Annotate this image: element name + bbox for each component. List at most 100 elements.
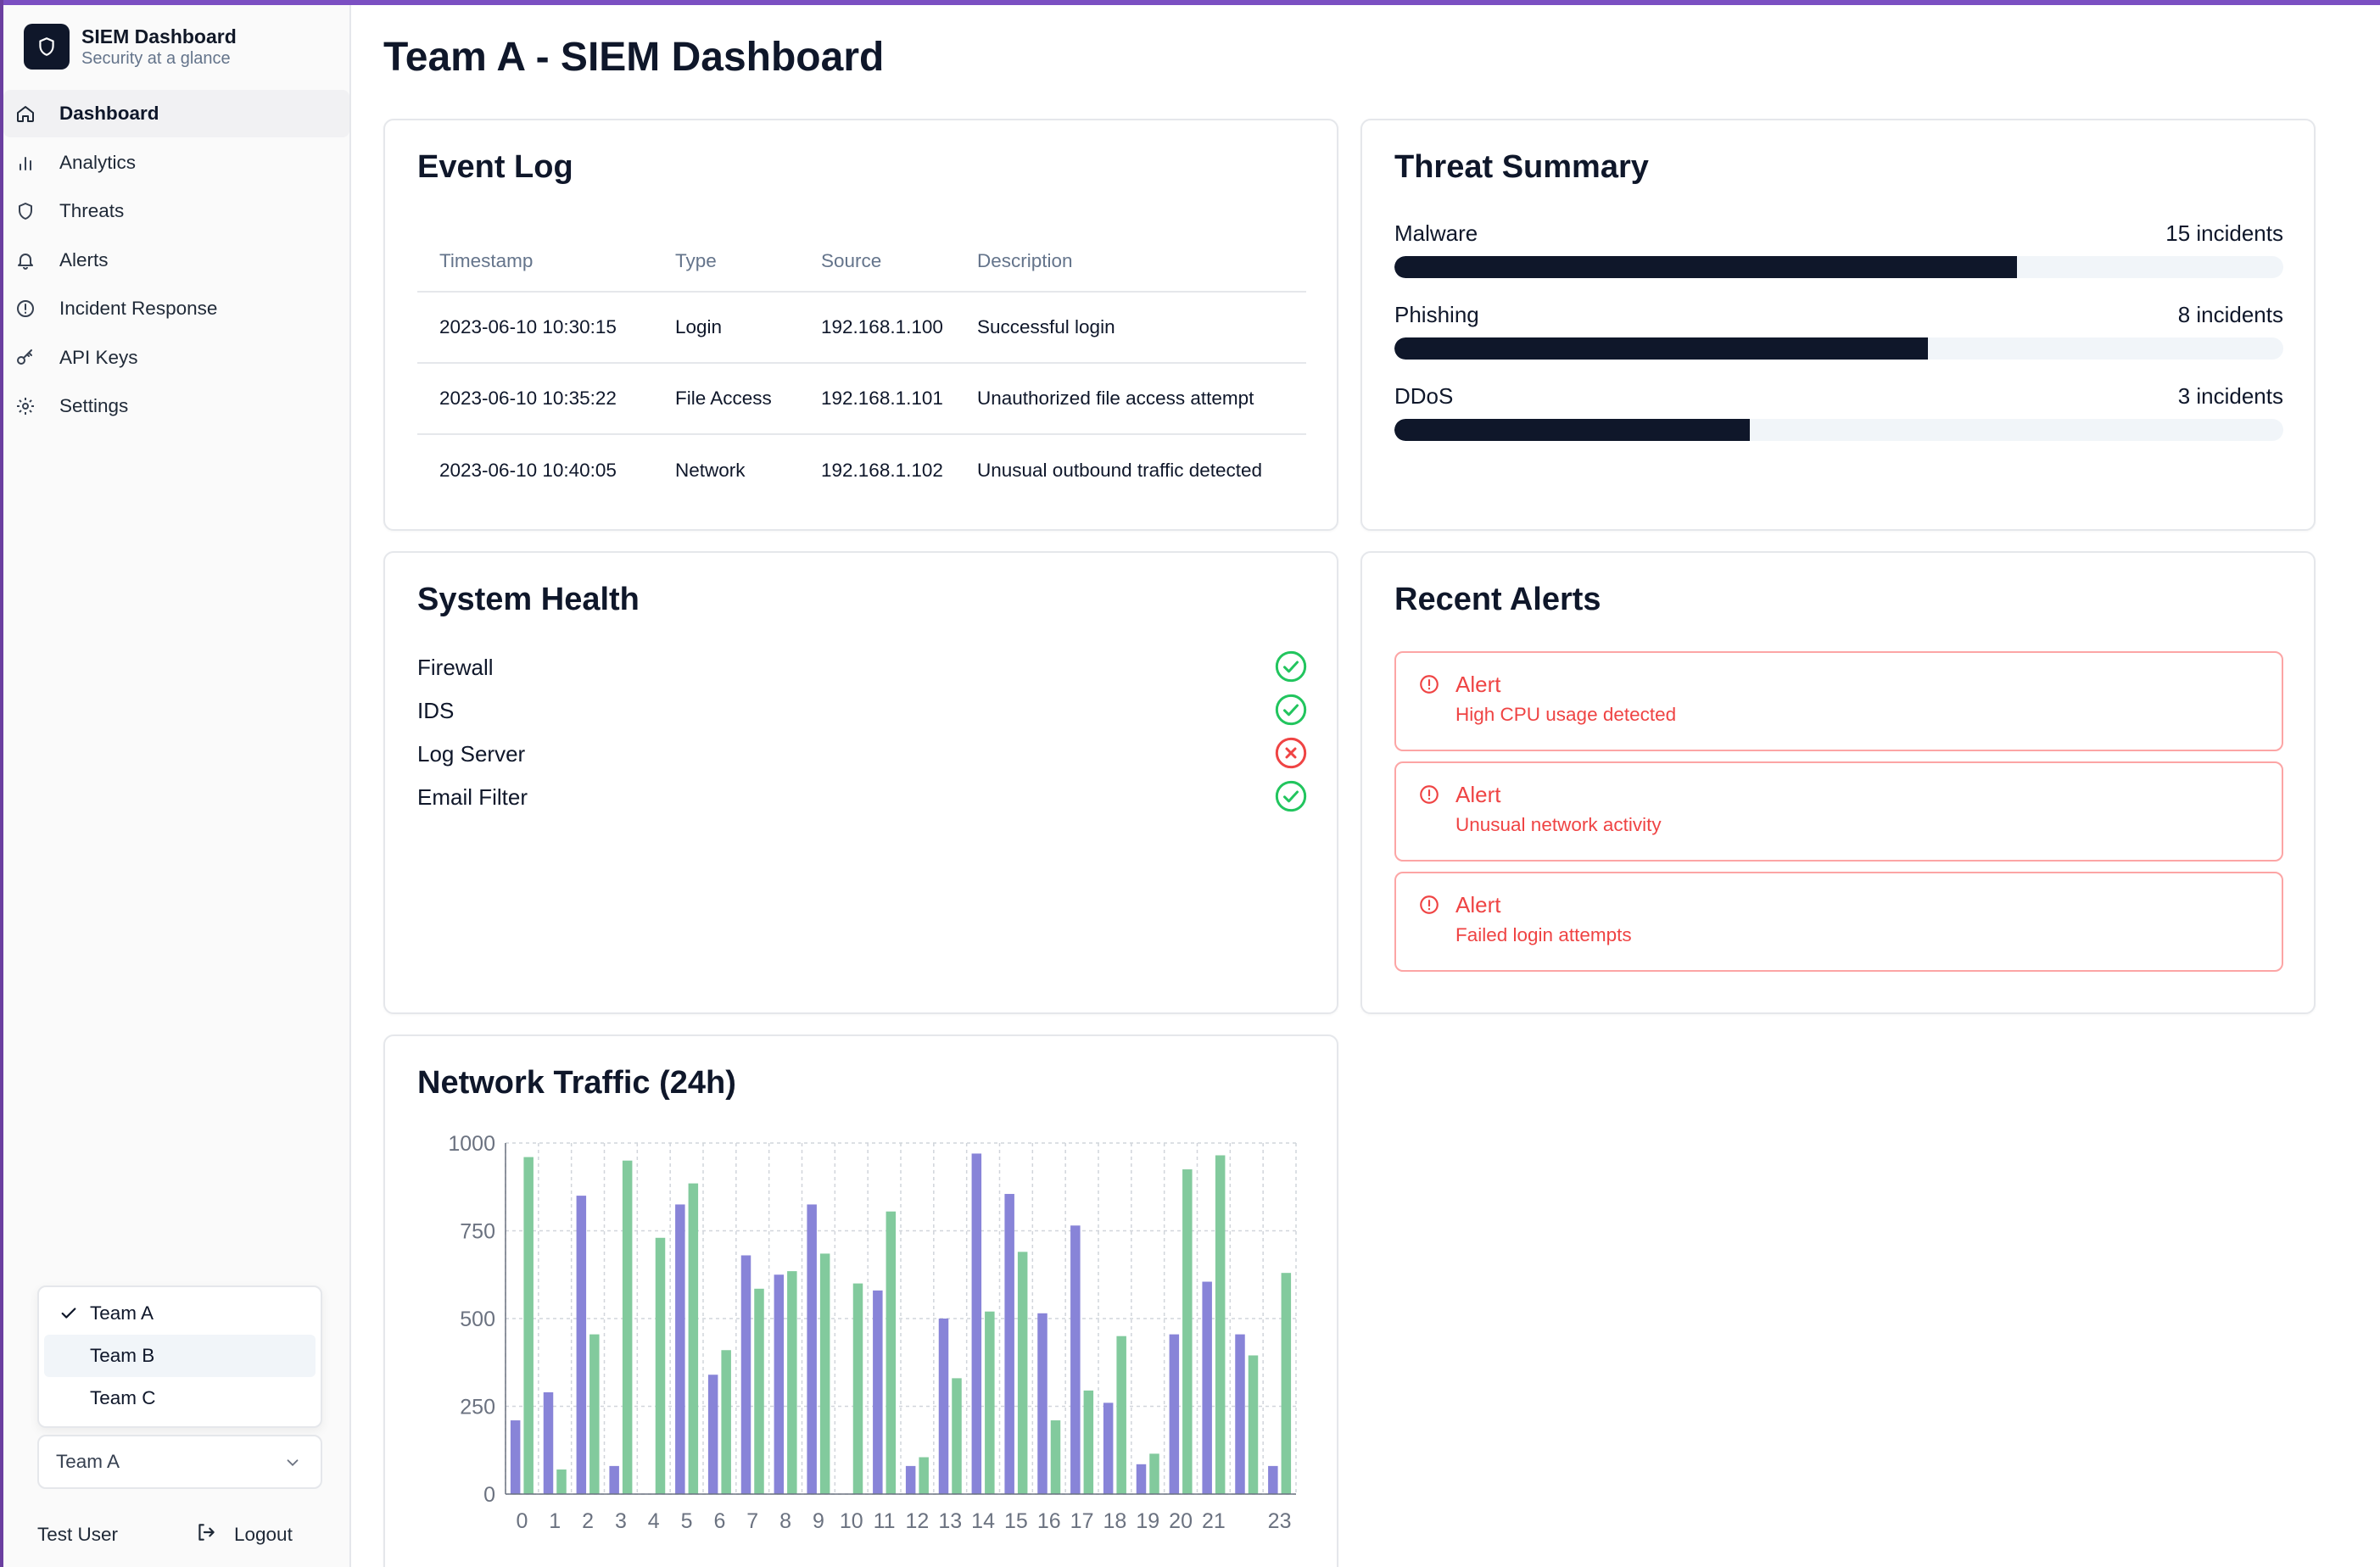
alert-circle-icon — [1418, 894, 1440, 920]
alert-item[interactable]: Alert Unusual network activity — [1394, 761, 2283, 862]
chart-bar — [609, 1465, 619, 1494]
chart-bar — [754, 1288, 764, 1494]
x-tick-label: 11 — [874, 1509, 896, 1533]
x-tick-label: 23 — [1268, 1509, 1292, 1533]
table-cell: Unauthorized file access attempt — [955, 363, 1306, 435]
brand-subtitle: Security at a glance — [81, 49, 231, 68]
team-option-c[interactable]: Team C — [44, 1377, 316, 1419]
alert-item[interactable]: Alert Failed login attempts — [1394, 872, 2283, 972]
brand: SIEM Dashboard Security at a glance — [24, 24, 237, 70]
chart-bar — [1103, 1402, 1114, 1494]
event-log-table: Timestamp Type Source Description 2023-0… — [417, 231, 1306, 505]
chart-bar — [819, 1253, 830, 1494]
chart-bar — [688, 1183, 699, 1494]
threat-progress-fill — [1394, 337, 1928, 360]
threat-progress-track — [1394, 419, 2283, 441]
x-tick-label: 10 — [840, 1509, 863, 1533]
sidebar-item-label: Settings — [59, 395, 129, 416]
network-traffic-chart: 025050075010000 1 2 3 4 5 6 7 8 9 10 11 12 13 14 15 16 17… — [448, 1132, 1297, 1533]
sidebar-item-label: Alerts — [59, 248, 109, 270]
sidebar-item-dashboard[interactable]: Dashboard — [3, 90, 349, 137]
chart-bar — [1215, 1155, 1226, 1494]
check-circle-icon — [1274, 650, 1308, 688]
team-option-label: Team A — [90, 1302, 154, 1324]
x-tick-label: 19 — [1136, 1509, 1159, 1533]
alert-circle-icon — [1418, 673, 1440, 700]
chart-bar — [1182, 1169, 1193, 1494]
chart-bar — [938, 1319, 949, 1494]
threat-label: Malware — [1394, 220, 1478, 246]
chart-bar — [543, 1391, 554, 1494]
chart-bar — [655, 1237, 666, 1494]
chart-bar — [589, 1334, 600, 1494]
alert-item[interactable]: Alert High CPU usage detected — [1394, 651, 2283, 751]
table-cell: 192.168.1.102 — [821, 459, 943, 481]
sidebar-item-threats[interactable]: Threats — [3, 187, 349, 235]
card-title: Network Traffic (24h) — [417, 1065, 736, 1101]
x-tick-label: 2 — [582, 1509, 594, 1533]
table-cell: 2023-06-10 10:40:05 — [439, 459, 617, 481]
shield-logo-icon — [24, 24, 70, 70]
team-option-b[interactable]: Team B — [44, 1335, 316, 1377]
sidebar-item-incident-response[interactable]: Incident Response — [3, 285, 349, 332]
chevron-down-icon — [283, 1453, 302, 1477]
x-tick-label: 16 — [1037, 1509, 1061, 1533]
alert-description: Unusual network activity — [1455, 814, 1662, 835]
table-row: 2023-06-10 10:35:22 File Access 192.168.… — [417, 363, 1306, 435]
sidebar-item-analytics[interactable]: Analytics — [3, 139, 349, 187]
sidebar-item-label: API Keys — [59, 346, 138, 368]
card-title: Event Log — [417, 149, 573, 185]
table-cell: 192.168.1.100 — [799, 292, 955, 364]
column-header: Type — [653, 231, 799, 293]
chart-bar — [886, 1211, 897, 1494]
y-tick-label: 0 — [483, 1483, 495, 1507]
health-label: Firewall — [417, 655, 494, 680]
sidebar-item-alerts[interactable]: Alerts — [3, 237, 349, 284]
x-tick-label: 12 — [906, 1509, 930, 1533]
chart-bar — [985, 1311, 995, 1494]
threat-label: DDoS — [1394, 383, 1454, 409]
column-header: Timestamp — [417, 231, 653, 293]
x-tick-label: 0 — [516, 1509, 528, 1533]
chart-bar — [1235, 1334, 1245, 1494]
check-circle-icon — [1274, 693, 1308, 731]
threat-progress-track — [1394, 256, 2283, 278]
user-name: Test User — [37, 1524, 119, 1545]
chart-bar — [774, 1274, 785, 1494]
logout-button[interactable]: Logout — [195, 1521, 293, 1548]
event-log-card: Event Log Timestamp Type Source Descript… — [383, 119, 1338, 531]
chart-bar — [1202, 1281, 1212, 1494]
sidebar-item-api-keys[interactable]: API Keys — [3, 334, 349, 382]
chart-bar — [1037, 1313, 1048, 1494]
threat-count: 8 incidents — [2177, 302, 2283, 327]
column-header: Source — [799, 231, 955, 293]
sidebar-item-label: Dashboard — [59, 103, 159, 124]
threat-summary-card: Threat Summary Malware 15 incidents Phis… — [1360, 119, 2316, 531]
team-select[interactable]: Team A — [37, 1435, 322, 1489]
y-tick-label: 750 — [460, 1220, 495, 1244]
x-tick-label: 20 — [1169, 1509, 1193, 1533]
health-row-ids: IDS — [417, 693, 1308, 727]
health-row-firewall: Firewall — [417, 650, 1308, 683]
x-tick-label: 18 — [1103, 1509, 1127, 1533]
health-row-log-server: Log Server — [417, 736, 1308, 770]
chart-bar — [1248, 1355, 1259, 1494]
chart-bar — [1083, 1390, 1094, 1494]
chart-bar — [1050, 1420, 1061, 1494]
table-row: 2023-06-10 10:40:05 Network 192.168.1.10… — [417, 434, 1306, 505]
chart-bar — [721, 1350, 731, 1494]
threat-count: 3 incidents — [2177, 383, 2283, 409]
sidebar-item-settings[interactable]: Settings — [3, 382, 349, 430]
chart-bar — [1116, 1336, 1126, 1494]
chart-bar — [576, 1196, 587, 1494]
health-row-email-filter: Email Filter — [417, 779, 1308, 813]
threat-progress-fill — [1394, 419, 1751, 441]
team-option-a[interactable]: Team A — [44, 1292, 316, 1335]
team-dropdown-menu: Team A Team B Team C — [37, 1285, 322, 1428]
x-tick-label: 7 — [746, 1509, 758, 1533]
y-tick-label: 1000 — [448, 1132, 495, 1156]
alert-circle-icon — [1418, 784, 1440, 810]
chart-bar — [622, 1160, 633, 1494]
sidebar-item-label: Analytics — [59, 151, 137, 173]
table-row: 2023-06-10 10:30:15 Login 192.168.1.100 … — [417, 292, 1306, 364]
